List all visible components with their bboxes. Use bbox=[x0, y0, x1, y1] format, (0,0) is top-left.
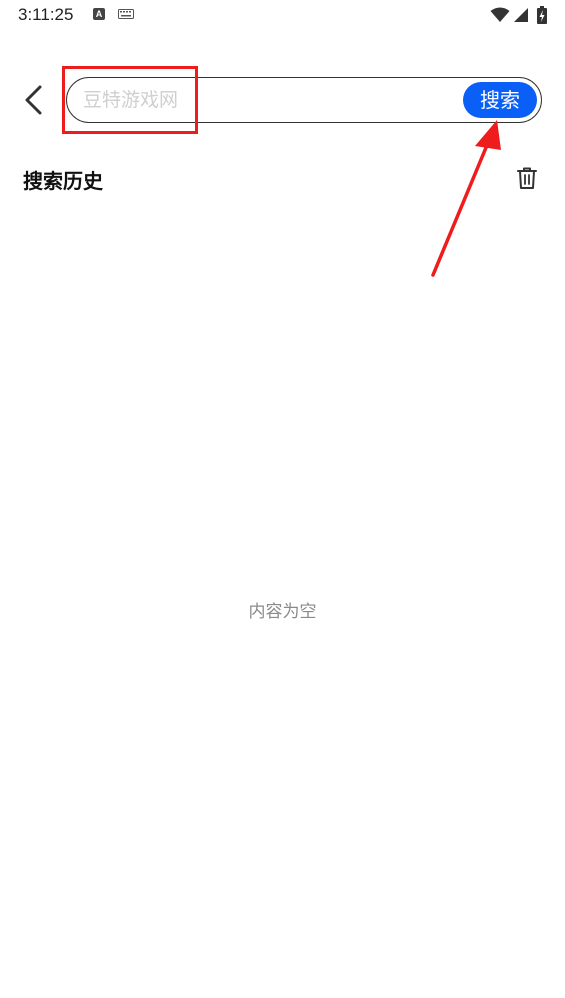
back-chevron-icon[interactable] bbox=[20, 84, 48, 116]
search-page: 3:11:25 A 搜索 搜索历史 内容为空 bbox=[0, 0, 565, 998]
a-notification-icon: A bbox=[93, 8, 105, 20]
keyboard-icon bbox=[118, 9, 134, 19]
search-history-title: 搜索历史 bbox=[23, 169, 103, 193]
annotation-arrow bbox=[431, 120, 501, 277]
search-button[interactable]: 搜索 bbox=[463, 82, 537, 118]
trash-icon[interactable] bbox=[516, 166, 538, 190]
wifi-icon bbox=[490, 7, 510, 22]
status-bar: 3:11:25 A bbox=[0, 0, 565, 32]
battery-charging-icon bbox=[537, 6, 547, 24]
empty-state-text: 内容为空 bbox=[248, 602, 317, 622]
status-time: 3:11:25 bbox=[18, 5, 74, 24]
signal-icon bbox=[514, 8, 528, 22]
annotation-highlight-box bbox=[62, 66, 198, 134]
